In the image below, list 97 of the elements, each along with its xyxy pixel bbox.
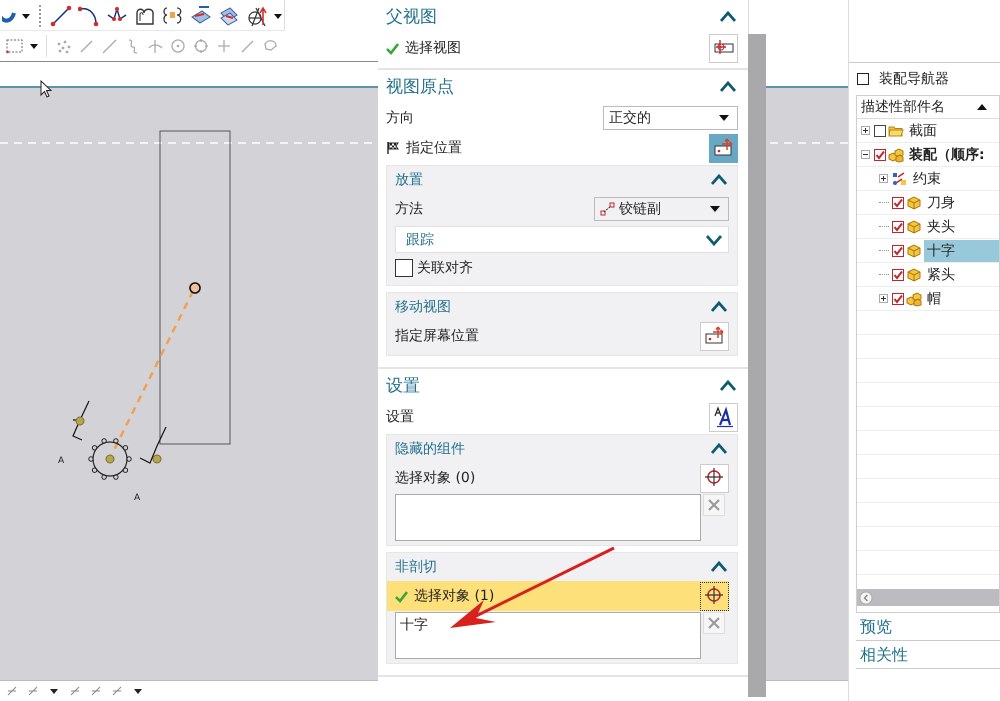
arc-icon[interactable] [78, 5, 100, 27]
column-header[interactable]: 描述性部件名 [857, 96, 999, 119]
scrollbar[interactable] [748, 34, 766, 697]
field-label: 方向 [386, 109, 414, 127]
tree-item[interactable]: 夹头 [924, 216, 999, 238]
checkbox[interactable] [892, 196, 904, 208]
field-label: 选择视图 [405, 39, 461, 57]
scatter-icon [55, 38, 72, 54]
collapse-icon[interactable] [720, 378, 736, 392]
panel-header[interactable]: 预览 [856, 613, 1000, 641]
section-label: A [134, 493, 140, 503]
tool-button[interactable] [700, 582, 729, 610]
selection-list[interactable]: 十字 [395, 612, 701, 659]
collapse-icon[interactable] [720, 80, 736, 94]
checkbox[interactable] [395, 259, 413, 277]
group-title: 隐藏的组件 [395, 440, 465, 458]
tree-item[interactable]: 帽 [924, 288, 999, 310]
tree-item[interactable]: 装配（顺序: [906, 144, 999, 166]
tool-button[interactable] [709, 134, 738, 162]
tree-item[interactable]: 约束 [910, 168, 999, 190]
mouse-pointer-icon [40, 80, 52, 98]
section-title: 设置 [386, 375, 420, 397]
scroll-left-icon[interactable] [859, 590, 873, 604]
field-label: 选择对象 (0) [395, 469, 476, 487]
cube-icon [906, 218, 922, 234]
font-style-icon [712, 406, 734, 428]
collapse-icon[interactable] [711, 560, 727, 574]
checkbox[interactable] [892, 268, 904, 280]
intersection-icon[interactable] [218, 5, 240, 27]
field-label: 选择对象 (1) [414, 587, 494, 605]
group-title: 放置 [395, 171, 423, 189]
crosshair-icon [704, 467, 726, 489]
dropdown[interactable]: 正交的 [603, 106, 738, 130]
field-label: 指定位置 [406, 139, 462, 157]
remove-button[interactable] [703, 494, 725, 516]
joint-icon [600, 202, 616, 216]
field-label: 指定屏幕位置 [395, 327, 479, 345]
expand-icon[interactable] [861, 126, 870, 135]
expand-icon[interactable] [706, 232, 722, 246]
cube-icon [906, 242, 922, 258]
field-label: 设置 [386, 408, 414, 426]
cube-icon [906, 194, 922, 210]
pivot-marker [189, 282, 201, 294]
checkbox[interactable] [874, 148, 886, 160]
expand-icon[interactable] [879, 294, 888, 303]
dropdown[interactable]: 铰链副 [594, 197, 729, 221]
circle-icon [193, 38, 210, 54]
section-title: 视图原点 [386, 76, 454, 98]
collapse-icon[interactable] [711, 173, 727, 187]
navigator-title: 装配导航器 [879, 70, 949, 88]
collapse-icon[interactable] [711, 442, 727, 456]
constraint-icon [892, 170, 908, 186]
checkbox[interactable] [892, 220, 904, 232]
group-title: 非剖切 [395, 558, 437, 576]
horizontal-scrollbar[interactable] [857, 589, 999, 606]
remove-button[interactable] [703, 612, 725, 634]
caret-icon [719, 115, 729, 121]
checkbox-label: 关联对齐 [417, 259, 473, 277]
caret-icon[interactable] [22, 14, 30, 18]
crosshair-icon [704, 585, 726, 607]
tree-item[interactable]: 截面 [906, 120, 999, 142]
checkbox[interactable] [874, 124, 886, 136]
list-item[interactable]: 十字 [400, 616, 428, 634]
section-label: A [58, 456, 64, 466]
tree-item[interactable]: 十字 [924, 240, 999, 262]
panel-header[interactable]: 相关性 [856, 641, 1000, 669]
group-title: 移动视图 [395, 298, 451, 316]
cubes-icon [906, 290, 922, 306]
expand-icon[interactable] [879, 174, 888, 183]
section-marker [140, 426, 167, 464]
line-icon [239, 38, 256, 54]
caret-icon[interactable] [30, 44, 38, 48]
line-icon [78, 38, 95, 54]
curve-tool-icon[interactable] [246, 5, 268, 27]
circle-center-icon [170, 38, 187, 54]
cubes-icon [888, 146, 904, 162]
caret-icon [710, 206, 720, 212]
line-icon[interactable] [50, 5, 72, 27]
line-icon [101, 38, 118, 54]
window-icon[interactable] [857, 73, 869, 85]
field-label: 方法 [395, 200, 423, 218]
section-marker [72, 400, 90, 441]
collapse-icon[interactable] [861, 150, 870, 159]
checkbox[interactable] [892, 244, 904, 256]
selection-box-icon[interactable] [6, 38, 24, 54]
checkbox[interactable] [892, 292, 904, 304]
tree-item[interactable]: 刀身 [924, 192, 999, 214]
tree-item[interactable]: 紧头 [924, 264, 999, 286]
cube-icon [906, 266, 922, 282]
gear-drawing [88, 438, 132, 480]
section-title: 父视图 [386, 6, 437, 28]
selection-row[interactable]: 选择对象 (1) [387, 581, 729, 611]
collapse-icon[interactable] [720, 10, 736, 24]
caret-icon[interactable] [274, 14, 282, 18]
collapse-icon[interactable] [711, 300, 727, 314]
normal-icon [147, 38, 164, 54]
group-header[interactable]: 跟踪 [395, 226, 729, 253]
